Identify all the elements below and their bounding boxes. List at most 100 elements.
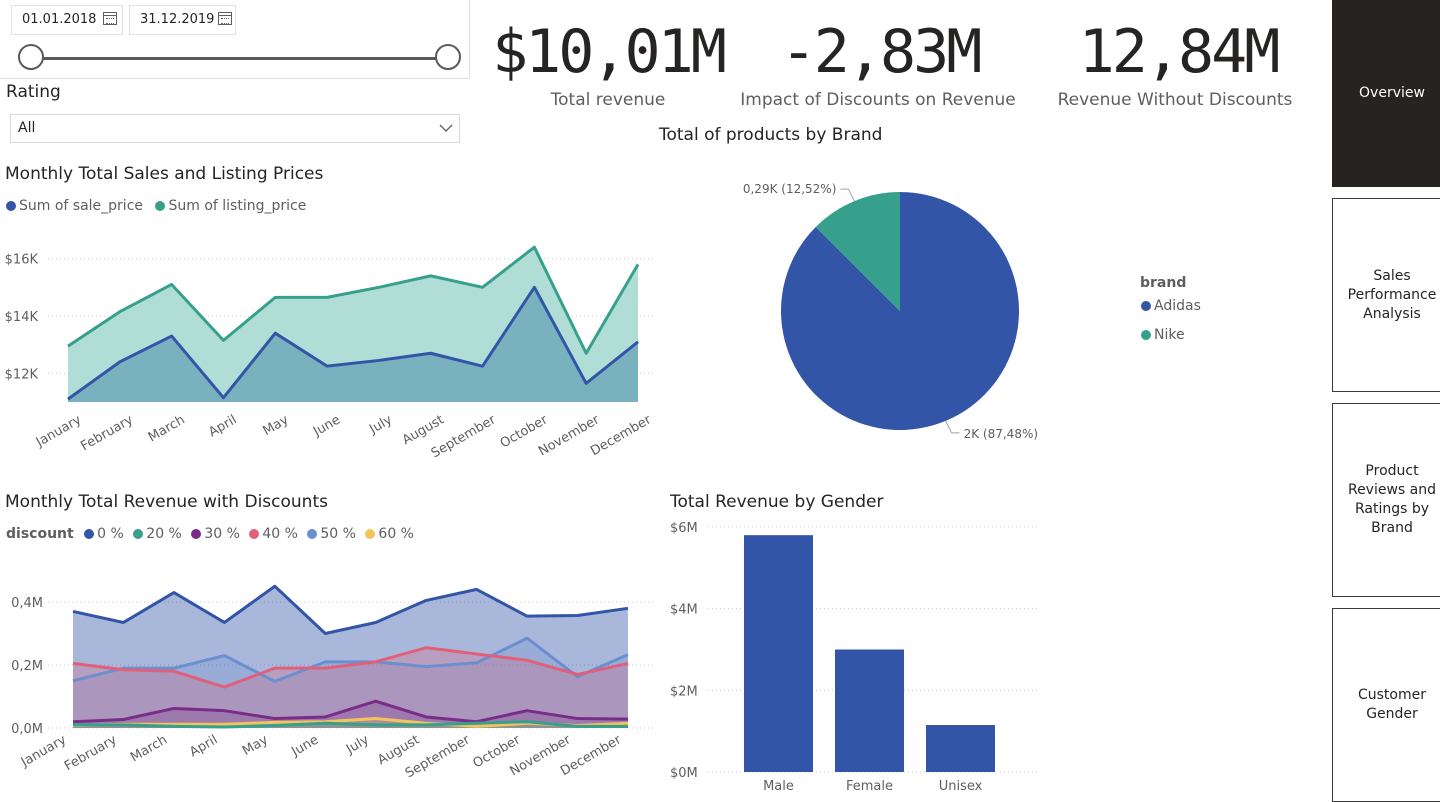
brand-pie-chart[interactable]: 2K (87,48%) 0,29K (12,52%) (660, 160, 1080, 460)
pie-data-label: 2K (87,48%) (964, 427, 1038, 441)
x-tick-label: March (128, 732, 170, 765)
discount-area-chart[interactable]: 0,0M 0,2M 0,4M JanuaryFebruary March April May… (0, 560, 660, 802)
bar-unisex (926, 725, 995, 772)
date-slider-end-handle[interactable] (435, 44, 461, 70)
nav-customer-gender-button[interactable]: Customer Gender (1332, 608, 1440, 802)
date-slider-track[interactable] (31, 57, 448, 60)
kpi-discount-impact-label: Impact of Discounts on Revenue (740, 90, 1016, 110)
x-tick-label: May (260, 412, 291, 439)
legend-item-60[interactable]: 60 % (365, 526, 414, 542)
x-tick-label: July (366, 412, 395, 437)
kpi-revenue-without-discounts-label: Revenue Without Discounts (1057, 90, 1293, 110)
legend-label: 30 % (204, 526, 240, 542)
legend-dot (6, 201, 16, 211)
legend-label: 0 % (97, 526, 124, 542)
x-tick-label: February (78, 412, 136, 454)
legend-item-adidas[interactable]: Adidas (1141, 298, 1201, 314)
legend-item-0[interactable]: 0 % (84, 526, 124, 542)
x-tick-label: April (187, 732, 220, 760)
calendar-icon[interactable] (218, 12, 232, 25)
x-tick-label: April (206, 412, 239, 440)
nav-product-reviews-button[interactable]: Product Reviews and Ratings by Brand (1332, 403, 1440, 597)
legend-dot (191, 529, 202, 539)
start-date-value: 01.01.2018 (22, 12, 97, 27)
legend-label: 40 % (262, 526, 298, 542)
leader-line (945, 420, 960, 434)
brand-pie-chart-title: Total of products by Brand (659, 125, 883, 145)
y-tick-label: $12K (5, 367, 39, 382)
start-date-input[interactable]: 01.01.2018 (11, 5, 123, 35)
y-tick-label: $2M (670, 684, 698, 699)
y-tick-label: $14K (5, 310, 39, 325)
legend-dot (133, 529, 144, 539)
leader-line (840, 188, 855, 202)
nav-overview-label: Overview (1359, 85, 1425, 101)
brand-legend-title: brand (1140, 275, 1187, 291)
x-tick-label: Unisex (939, 779, 983, 794)
x-tick-label: January (33, 412, 84, 450)
bar-male (744, 535, 813, 772)
legend-label: Sum of sale_price (19, 198, 144, 214)
x-tick-label: January (18, 732, 69, 770)
rating-slicer-label: Rating (6, 82, 61, 102)
nav-sales-performance-button[interactable]: Sales Performance Analysis (1332, 198, 1440, 392)
nav-product-reviews-label: Product Reviews and Ratings by Brand (1347, 463, 1437, 536)
x-tick-label: February (62, 732, 120, 774)
gender-bar-chart[interactable]: $0M $2M $4M $6M Male Female Unisex (660, 512, 1050, 802)
discount-legend-title: discount (6, 526, 74, 542)
legend-label: 60 % (378, 526, 414, 542)
x-tick-label: March (146, 412, 188, 445)
y-tick-label: $0M (670, 766, 698, 781)
y-tick-label: 0,0M (11, 722, 43, 737)
legend-label: Sum of listing_price (168, 198, 307, 214)
chevron-down-icon (439, 124, 453, 132)
nav-customer-gender-label: Customer Gender (1357, 687, 1426, 722)
kpi-revenue-without-discounts-value: 12,84M (1078, 17, 1281, 87)
x-tick-label: Male (763, 779, 794, 794)
legend-label: 20 % (146, 526, 182, 542)
y-tick-label: 0,4M (11, 596, 43, 611)
discount-chart-title: Monthly Total Revenue with Discounts (5, 492, 328, 512)
x-tick-label: June (288, 732, 321, 760)
legend-label: 50 % (320, 526, 356, 542)
legend-dot (249, 529, 260, 539)
legend-dot (1141, 301, 1151, 311)
sales-listing-chart-title: Monthly Total Sales and Listing Prices (5, 164, 324, 184)
legend-dot (155, 201, 166, 211)
legend-dot (307, 529, 318, 539)
legend-item-50[interactable]: 50 % (307, 526, 356, 542)
rating-dropdown[interactable]: All (10, 114, 460, 143)
kpi-total-revenue-value: $10,01M (492, 17, 727, 87)
date-slider-start-handle[interactable] (18, 44, 44, 70)
x-tick-label: Female (846, 779, 893, 794)
legend-dot (365, 529, 376, 539)
x-tick-label: May (240, 732, 271, 759)
x-tick-label: July (343, 732, 372, 757)
kpi-total-revenue-label: Total revenue (550, 90, 666, 110)
legend-item-nike[interactable]: Nike (1141, 327, 1185, 343)
legend-item-40[interactable]: 40 % (249, 526, 298, 542)
y-tick-label: $4M (670, 603, 698, 618)
sales-listing-area-chart[interactable]: $12K $14K $16K JanuaryFebruary March April May… (0, 230, 660, 470)
y-tick-label: $16K (5, 253, 39, 268)
bar-female (835, 649, 904, 772)
legend-label: Nike (1154, 327, 1185, 343)
rating-dropdown-value: All (18, 120, 36, 136)
discount-legend: discount 0 % 20 % 30 % 40 % 50 % 60 % (6, 526, 414, 542)
y-tick-label: 0,2M (11, 659, 43, 674)
end-date-input[interactable]: 31.12.2019 (129, 5, 236, 35)
legend-dot (1141, 330, 1151, 340)
legend-label: Adidas (1154, 298, 1201, 314)
legend-item-listing-price[interactable]: Sum of listing_price (155, 198, 306, 214)
nav-overview-button[interactable]: Overview (1332, 0, 1440, 187)
calendar-icon[interactable] (103, 12, 117, 25)
legend-item-sale-price[interactable]: Sum of sale_price (6, 198, 143, 214)
legend-item-20[interactable]: 20 % (133, 526, 182, 542)
kpi-discount-impact-value: -2,83M (780, 17, 983, 87)
x-tick-label: June (310, 412, 343, 440)
nav-sales-performance-label: Sales Performance Analysis (1347, 267, 1437, 322)
end-date-value: 31.12.2019 (140, 12, 215, 27)
sales-listing-legend: Sum of sale_price Sum of listing_price (6, 198, 306, 214)
legend-item-30[interactable]: 30 % (191, 526, 240, 542)
legend-dot (84, 529, 95, 539)
